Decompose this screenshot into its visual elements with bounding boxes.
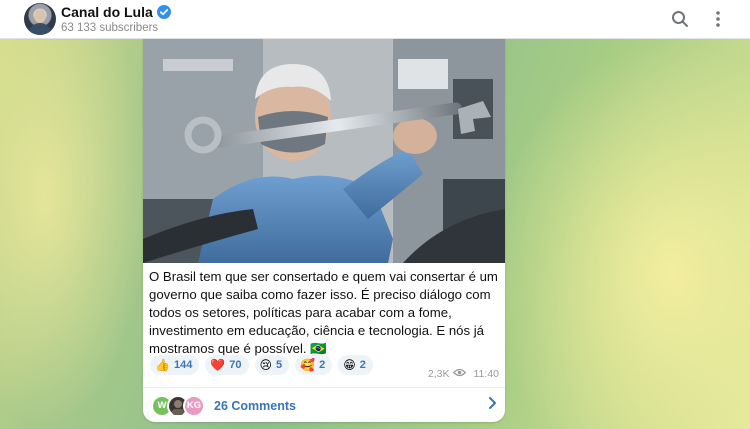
reaction-count: 2 [359,359,366,371]
thumbs-up-icon: 👍 [155,358,170,372]
channel-header[interactable]: Canal do Lula 63 133 subscribers [0,0,750,39]
wallpaper-blob-right [490,40,750,429]
eye-icon [452,368,466,380]
wallpaper-blob-left [0,40,150,429]
commenter-avatars: W KG [151,394,211,417]
reaction-count: 5 [276,359,283,371]
comments-button[interactable]: W KG 26 Comments [143,389,505,422]
more-options-icon[interactable] [708,9,728,29]
crying-face-icon: 😢 [259,358,273,372]
reactions-bar: 👍 144 ❤️ 70 😢 5 🥰 2 😁 2 [150,355,373,375]
reaction-count: 70 [229,359,242,371]
reaction-grin[interactable]: 😁 2 [338,355,373,375]
commenter-avatar: KG [183,394,205,417]
reaction-thumbs-up[interactable]: 👍 144 [150,355,200,375]
post-photo[interactable] [143,39,505,263]
post-text: O Brasil tem que ser consertado e quem v… [149,269,498,356]
channel-title: Canal do Lula [61,4,153,20]
reaction-count: 2 [319,359,326,371]
channel-title-block[interactable]: Canal do Lula 63 133 subscribers [61,4,171,34]
reaction-heart[interactable]: ❤️ 70 [205,355,249,375]
smiling-hearts-icon: 🥰 [300,358,316,372]
comments-count-label: 26 Comments [214,398,296,413]
comments-divider [143,387,505,388]
search-icon[interactable] [670,9,690,29]
view-count: 2,3K [427,368,450,380]
grinning-face-icon: 😁 [343,358,356,372]
post-time: 11:40 [473,368,500,380]
chevron-right-icon [488,396,497,415]
reaction-crying[interactable]: 😢 5 [254,355,290,375]
channel-avatar[interactable] [24,3,56,35]
channel-post[interactable]: O Brasil tem que ser consertado e quem v… [143,39,505,422]
heart-icon: ❤️ [210,358,226,372]
post-meta: 2,3K 11:40 [428,368,499,380]
subscriber-count: 63 133 subscribers [61,22,159,34]
verified-badge-icon [156,5,171,19]
reaction-hearts-face[interactable]: 🥰 2 [295,355,333,375]
reaction-count: 144 [173,359,193,371]
